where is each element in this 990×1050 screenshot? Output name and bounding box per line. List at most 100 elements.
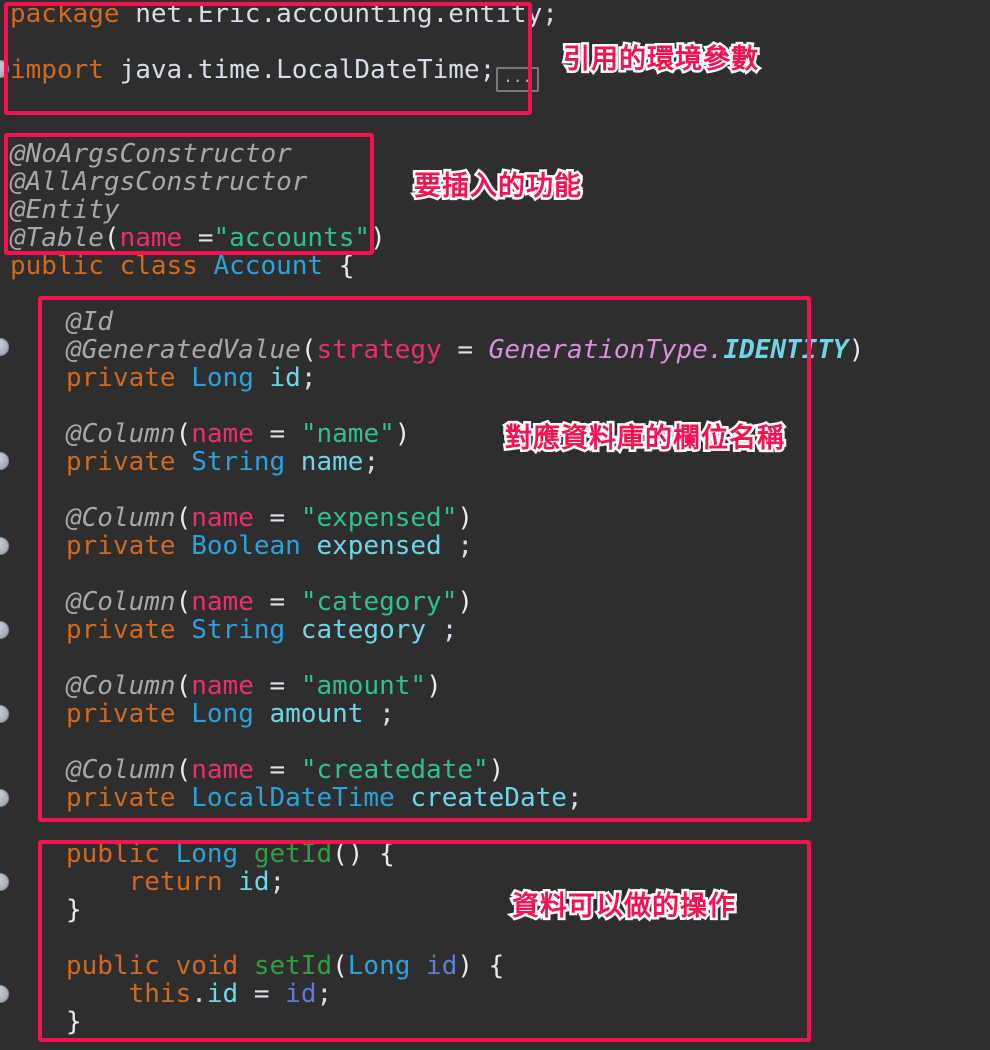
column-paren-open: (: [175, 503, 192, 533]
code-line-column-amount[interactable]: @Column(name = "amount"): [66, 672, 442, 700]
package-name: net.Eric.accounting.entity;: [119, 0, 558, 29]
setid-paren-open: (: [332, 951, 348, 981]
table-paren-close: ): [370, 223, 386, 253]
assignment-terminator: ;: [316, 979, 333, 1009]
code-line-field-amount[interactable]: private Long amount ;: [66, 700, 395, 728]
code-line-entity[interactable]: @Entity: [10, 196, 120, 224]
field-expensed-identifier: expensed: [300, 531, 442, 561]
code-line-column-createdate[interactable]: @Column(name = "createdate"): [66, 756, 504, 784]
code-editor[interactable]: package net.Eric.accounting.entity; impo…: [0, 0, 990, 1050]
getid-space: [238, 839, 254, 869]
field-category-type: String: [191, 615, 286, 645]
code-line-import[interactable]: import java.time.LocalDateTime;...: [10, 55, 540, 92]
code-line-field-createdate[interactable]: private LocalDateTime createDate;: [66, 784, 583, 812]
code-line-setid-close[interactable]: }: [66, 1008, 82, 1036]
setid-modifier: public void: [66, 951, 254, 981]
code-fold-chip[interactable]: ...: [496, 67, 540, 92]
code-line-generatedvalue[interactable]: @GeneratedValue(strategy = GenerationTyp…: [66, 336, 864, 364]
column-attr-name: name: [191, 755, 254, 785]
assignment-param-id: id: [285, 979, 317, 1009]
field-category-terminator: ;: [426, 615, 458, 645]
callout-operations: 資料可以做的操作: [510, 889, 738, 924]
code-line-field-category[interactable]: private String category ;: [66, 616, 457, 644]
code-line-column-category[interactable]: @Column(name = "category"): [66, 588, 473, 616]
annotation-generatedvalue: @GeneratedValue: [66, 335, 301, 365]
field-amount-type: Long: [191, 699, 254, 729]
code-line-setid-body[interactable]: this.id = id;: [66, 979, 333, 1009]
field-expensed-terminator: ;: [441, 531, 474, 561]
field-amount-identifier: amount: [253, 699, 364, 729]
code-line-column-expensed[interactable]: @Column(name = "expensed"): [66, 504, 473, 532]
gutter-marker[interactable]: [0, 60, 9, 78]
field-createdate-modifier: private: [66, 783, 192, 813]
annotation-column: @Column: [66, 419, 176, 449]
field-createdate-identifier: createDate: [394, 783, 567, 813]
code-line-getid-return[interactable]: return id;: [66, 867, 286, 897]
annotation-column: @Column: [66, 755, 176, 785]
column-paren-open: (: [175, 755, 192, 785]
annotation-entity: @Entity: [10, 195, 120, 225]
generatedvalue-attr-strategy: strategy: [316, 335, 442, 365]
getid-modifier: public: [66, 839, 176, 869]
code-line-id-annotation[interactable]: @Id: [66, 308, 113, 336]
setid-close-brace: }: [66, 1007, 82, 1037]
code-line-getid-signature[interactable]: public Long getId() {: [66, 840, 395, 868]
gutter-marker[interactable]: [0, 338, 9, 356]
annotation-id: @Id: [66, 307, 113, 337]
class-open-brace: {: [323, 251, 355, 281]
code-line-getid-close[interactable]: }: [66, 896, 82, 924]
return-keyword: return: [66, 867, 239, 897]
field-createdate-type: LocalDateTime: [191, 783, 395, 813]
field-name-type: String: [191, 447, 286, 477]
import-name: java.time.LocalDateTime;: [103, 55, 496, 85]
gutter-marker[interactable]: [0, 789, 9, 807]
return-value-id: id: [238, 867, 270, 897]
column-paren-open: (: [175, 587, 192, 617]
code-line-table[interactable]: @Table(name ="accounts"): [10, 224, 386, 252]
column-equals: =: [253, 419, 301, 449]
getid-method-name: getId: [253, 839, 333, 869]
column-value: "amount": [300, 671, 427, 701]
enum-generationtype: GenerationType: [488, 335, 708, 365]
column-paren-close: ): [394, 419, 411, 449]
callout-features: 要插入的功能: [412, 169, 584, 204]
assignment-equals: =: [238, 979, 286, 1009]
code-line-package[interactable]: package net.Eric.accounting.entity;: [10, 0, 558, 28]
field-id-terminator: ;: [300, 363, 317, 393]
code-line-allargsconstructor[interactable]: @AllArgsConstructor: [10, 168, 307, 196]
column-attr-name: name: [191, 419, 254, 449]
gutter-marker[interactable]: [0, 985, 9, 1003]
generatedvalue-paren-open: (: [300, 335, 317, 365]
gutter-marker[interactable]: [0, 621, 9, 639]
enum-dot: .: [707, 335, 724, 365]
getid-signature-parens: () {: [332, 839, 395, 869]
column-value: "name": [300, 419, 395, 449]
callout-db-columns: 對應資料庫的欄位名稱: [503, 421, 787, 456]
table-attr-name: name: [119, 223, 198, 253]
annotation-column: @Column: [66, 587, 176, 617]
column-paren-close: ): [426, 671, 442, 701]
annotation-allargsconstructor: @AllArgsConstructor: [10, 167, 308, 197]
gutter-marker[interactable]: [0, 452, 9, 470]
column-equals: =: [253, 587, 301, 617]
field-id-type: Long: [191, 363, 254, 393]
column-equals: =: [253, 755, 301, 785]
gutter-marker[interactable]: [0, 873, 9, 891]
code-line-column-name[interactable]: @Column(name = "name"): [66, 420, 410, 448]
field-createdate-terminator: ;: [566, 783, 583, 813]
field-id-modifier: private: [66, 363, 192, 393]
gutter-marker[interactable]: [0, 537, 9, 555]
code-line-field-name[interactable]: private String name;: [66, 448, 379, 476]
gutter-marker[interactable]: [0, 705, 9, 723]
field-amount-modifier: private: [66, 699, 192, 729]
column-equals: =: [253, 503, 301, 533]
column-attr-name: name: [191, 587, 254, 617]
code-line-noargsconstructor[interactable]: @NoArgsConstructor: [10, 140, 292, 168]
return-terminator: ;: [269, 867, 286, 897]
code-line-field-id[interactable]: private Long id;: [66, 364, 316, 392]
code-line-setid-signature[interactable]: public void setId(Long id) {: [66, 952, 504, 980]
field-expensed-type: Boolean: [191, 531, 301, 561]
enum-value-identity: IDENTITY: [723, 335, 849, 365]
code-line-field-expensed[interactable]: private Boolean expensed ;: [66, 532, 473, 560]
code-line-class-declaration[interactable]: public class Account {: [10, 252, 354, 280]
